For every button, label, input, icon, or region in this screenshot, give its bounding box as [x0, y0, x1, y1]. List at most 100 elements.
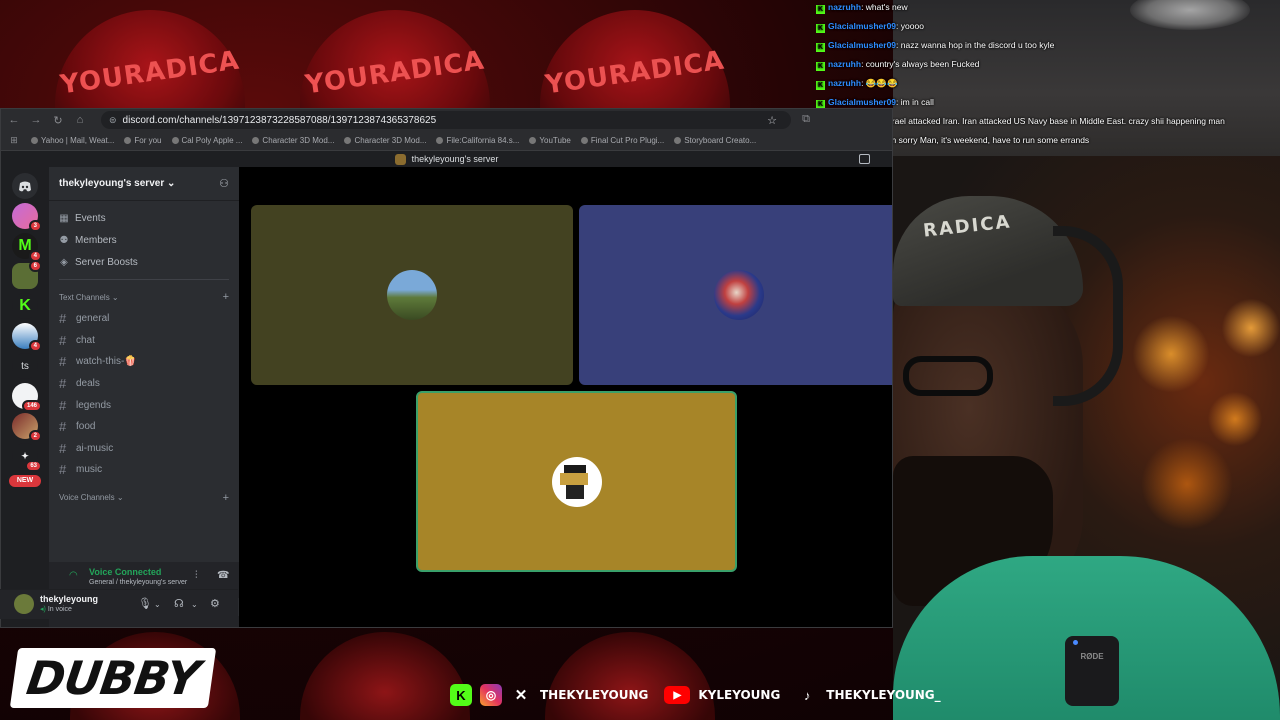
text-channel[interactable]: # deals [49, 373, 239, 395]
bookmark-label: Final Cut Pro Plugi... [590, 136, 665, 145]
bookmark-item[interactable]: For you [124, 136, 162, 145]
audio-options-chevron-icon[interactable]: ⌄ [191, 600, 198, 609]
participant-tile-speaking[interactable] [416, 391, 737, 572]
server-icon-4[interactable]: 4 [12, 323, 42, 352]
server-name-button[interactable]: thekyleyoung's server ⌄ [59, 178, 175, 189]
bookmark-item[interactable]: YouTube [529, 136, 571, 145]
back-icon[interactable]: ← [7, 114, 21, 126]
hat-text: RADICA [922, 211, 1013, 242]
channel-name: chat [76, 334, 95, 346]
text-channel[interactable]: # legends [49, 394, 239, 416]
nav-events[interactable]: ▦ Events [49, 207, 239, 229]
text-channel-list: # general # chat # watch-this-🍿 # deals # legends… [49, 308, 239, 481]
bookmark-favicon-icon [436, 137, 444, 144]
add-channel-icon[interactable]: + [223, 291, 229, 303]
chat-username: nazruhh [828, 78, 862, 88]
voice-location[interactable]: General / thekyleyoung's server [89, 579, 187, 586]
x-icon: ✕ [514, 687, 528, 704]
category-text-channels[interactable]: Text Channels ⌄ + [49, 286, 239, 308]
voice-indicator-icon: ◂) [40, 606, 46, 613]
nav-label: Members [75, 234, 117, 246]
bookmark-item[interactable]: File:California 84.s... [436, 136, 519, 145]
settings-gear-icon[interactable]: ⚙ [210, 597, 220, 610]
text-channel[interactable]: # chat [49, 330, 239, 352]
server-icon-kick-2[interactable]: K [12, 293, 38, 319]
category-voice-channels[interactable]: Voice Channels ⌄ + [49, 487, 239, 509]
bookmark-item[interactable]: Cal Poly Apple ... [171, 136, 242, 145]
channel-name: deals [76, 378, 100, 390]
participant-tile[interactable] [579, 205, 892, 385]
sponsor-logo-text: DUBBY [23, 651, 203, 705]
bookmark-item[interactable]: Character 3D Mod... [344, 136, 426, 145]
server-icon-ts[interactable]: ts [12, 353, 38, 379]
chat-message: Knazruhh: country's always been Fucked [816, 59, 1271, 71]
channel-name: watch-this-🍿 [76, 356, 137, 368]
text-channel[interactable]: # ai-music [49, 438, 239, 460]
text-channel[interactable]: # watch-this-🍿 [49, 351, 239, 373]
bookmark-item[interactable]: Storyboard Creato... [674, 136, 756, 145]
lav-mic: RØDE [1065, 636, 1119, 706]
bookmark-item[interactable]: Final Cut Pro Plugi... [580, 136, 665, 145]
server-icon-6[interactable]: 146 [12, 383, 42, 412]
invite-people-icon[interactable]: ⚇ [219, 177, 229, 190]
server-icon-kick[interactable]: M4 [12, 233, 42, 262]
chat-message: Knazruhh: 😂😂😂 [816, 78, 1271, 90]
user-avatar[interactable] [14, 594, 34, 614]
text-channel[interactable]: # general [49, 308, 239, 330]
user-panel: thekyleyoung ◂) In voice 🎙 ⌄ ☊ ⌄ ⚙ [0, 589, 238, 619]
discord-home-icon[interactable] [12, 173, 38, 199]
forward-icon[interactable]: → [29, 114, 43, 126]
browser-window: ← → ↻ ⌂ ⊜ discord.com/channels/139712387… [0, 108, 893, 628]
address-bar[interactable]: ⊜ discord.com/channels/13971238732285870… [101, 111, 791, 129]
browser-toolbar: ← → ↻ ⌂ ⊜ discord.com/channels/139712387… [1, 109, 892, 131]
server-list: 3 M4 6 K 4 ts 146 2 ✦ 63 NEW [1, 167, 49, 627]
social-handles: K ◎ ✕ THEKYLEYOUNG ▶ KYLEYOUNG ♪ THEKYLE… [450, 682, 949, 708]
nav-members[interactable]: ⚉ Members [49, 229, 239, 251]
headphones-icon[interactable]: ☊ [174, 597, 184, 610]
voice-status-title: Voice Connected [89, 567, 162, 577]
stream-frame: YOURADICA YOURADICA YOURADICA RADICA RØD… [0, 0, 1280, 720]
apps-grid-icon[interactable]: ⊞ [7, 135, 21, 146]
text-channel[interactable]: # music [49, 459, 239, 481]
extensions-icon[interactable]: ⧉ [799, 113, 813, 126]
server-icon-8[interactable]: ✦ 63 [12, 443, 42, 472]
bookmark-item[interactable]: Character 3D Mod... [252, 136, 334, 145]
avatar-hat [563, 464, 586, 473]
mention-badge: 2 [28, 430, 42, 442]
kick-badge-icon: K [816, 43, 825, 52]
kick-badge-icon: K [816, 62, 825, 71]
reload-icon[interactable]: ↻ [51, 114, 65, 127]
text-channel[interactable]: # food [49, 416, 239, 438]
inbox-icon[interactable] [859, 154, 870, 164]
site-info-icon[interactable]: ⊜ [109, 115, 117, 126]
chat-text: country's always been Fucked [865, 59, 980, 69]
channel-name: food [76, 421, 96, 433]
signal-icon[interactable]: ◠ [69, 570, 78, 581]
new-badge: NEW [9, 475, 41, 487]
server-header[interactable]: thekyleyoung's server ⌄ ⚇ [49, 167, 239, 201]
participant-avatar [551, 456, 602, 507]
bookmark-label: For you [134, 136, 162, 145]
cap-text: YOURADICA [303, 45, 487, 101]
bookmark-favicon-icon [31, 137, 38, 144]
server-icon-current[interactable]: 6 [12, 260, 42, 289]
chat-message: K Glacialmusher09: nazz wanna hop in the … [816, 40, 1271, 52]
chat-username: Glacialmusher09 [828, 40, 897, 50]
user-name[interactable]: thekyleyoung [40, 594, 98, 604]
hash-icon: # [59, 397, 67, 413]
boost-icon: ◈ [60, 256, 68, 268]
bookmark-item[interactable]: Yahoo | Mail, Weat... [31, 136, 114, 145]
microphone-icon[interactable]: 🎙 [138, 597, 152, 610]
bookmark-favicon-icon [124, 137, 132, 144]
mic-options-chevron-icon[interactable]: ⌄ [154, 600, 161, 609]
noise-suppression-icon[interactable]: ⫶ [195, 570, 198, 581]
home-icon[interactable]: ⌂ [73, 114, 87, 126]
participant-tile[interactable] [251, 205, 573, 385]
disconnect-icon[interactable]: ☎ [217, 570, 229, 581]
nav-server-boosts[interactable]: ◈ Server Boosts [49, 251, 239, 273]
server-icon-1[interactable]: 3 [12, 203, 42, 232]
server-icon-7[interactable]: 2 [12, 413, 42, 442]
bookmark-star-icon[interactable]: ☆ [767, 114, 777, 127]
bookmark-label: Character 3D Mod... [354, 136, 427, 145]
add-channel-icon[interactable]: + [223, 492, 229, 504]
